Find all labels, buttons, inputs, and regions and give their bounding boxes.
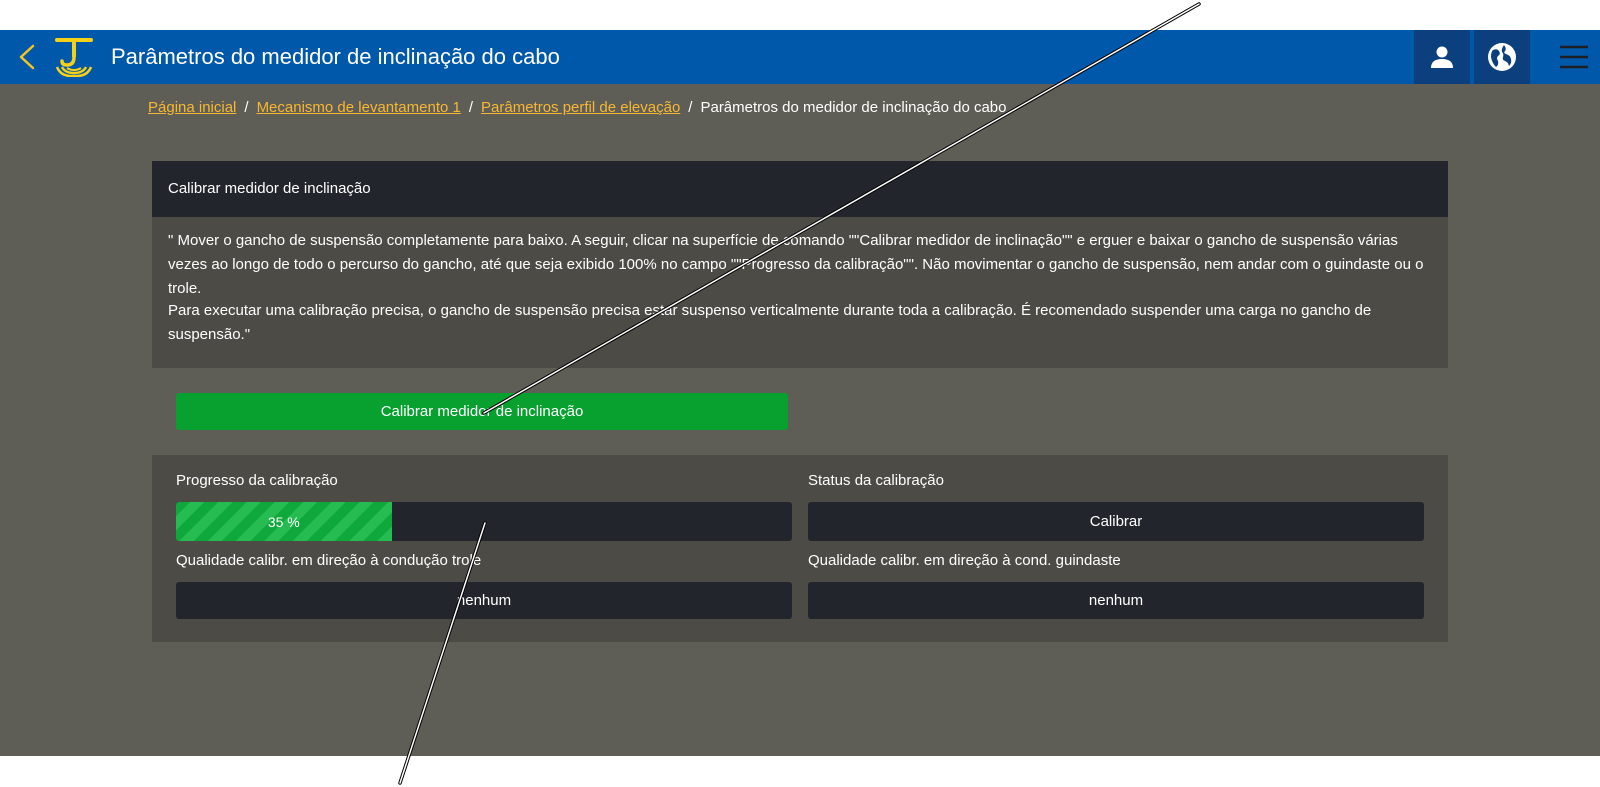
calibration-instructions: " Mover o gancho de suspensão completame…: [152, 217, 1448, 368]
breadcrumb-lifting-profile-link[interactable]: Parâmetros perfil de elevação: [481, 99, 680, 116]
calibration-panel-header: Calibrar medidor de inclinação: [152, 161, 1448, 217]
quality-crane-label: Qualidade calibr. em direção à cond. gui…: [808, 552, 1121, 569]
panel-title: Calibrar medidor de inclinação: [168, 180, 371, 197]
quality-crane-value: nenhum: [808, 582, 1424, 619]
hamburger-menu-icon: [1559, 45, 1588, 69]
breadcrumb-separator: /: [688, 99, 693, 116]
instruction-paragraph-1: " Mover o gancho de suspensão completame…: [168, 232, 1424, 297]
chevron-left-icon[interactable]: [16, 44, 38, 70]
quality-trolley-label: Qualidade calibr. em direção à condução …: [176, 552, 482, 569]
main-content: Página inicial / Mecanismo de levantamento…: [0, 84, 1600, 756]
calibration-status-value: Calibrar: [808, 502, 1424, 541]
quality-trolley-value: nenhum: [176, 582, 792, 619]
menu-button[interactable]: [1547, 30, 1600, 84]
calibration-progress-bar: 35 %: [176, 502, 792, 541]
user-icon: [1431, 46, 1453, 68]
progress-fill: 35 %: [176, 502, 392, 541]
instruction-paragraph-2: Para executar uma calibração precisa, o …: [168, 302, 1372, 343]
user-button[interactable]: [1414, 30, 1470, 84]
page-title: Parâmetros do medidor de inclinação do c…: [111, 44, 560, 69]
breadcrumb-separator: /: [468, 99, 474, 116]
top-bar: Parâmetros do medidor de inclinação do c…: [0, 30, 1600, 84]
globe-icon: [1488, 43, 1516, 71]
breadcrumb-current: Parâmetros do medidor de inclinação do c…: [700, 99, 1007, 116]
language-button[interactable]: [1474, 30, 1530, 84]
calibration-status-panel: Progresso da calibração 35 % Status da c…: [152, 455, 1448, 642]
progress-text: 35 %: [267, 513, 300, 530]
calibrate-inclinometer-button[interactable]: Calibrar medidor de inclinação: [176, 393, 788, 430]
crane-hook-logo: [55, 38, 93, 77]
breadcrumb-home-link[interactable]: Página inicial: [148, 99, 236, 116]
footer-area: [0, 756, 1600, 787]
progress-label: Progresso da calibração: [176, 472, 338, 489]
breadcrumb-separator: /: [244, 99, 249, 116]
breadcrumb: Página inicial / Mecanismo de levantamento…: [148, 98, 1006, 118]
calibration-status-label: Status da calibração: [808, 472, 944, 489]
breadcrumb-hoist-link[interactable]: Mecanismo de levantamento 1: [257, 99, 461, 116]
